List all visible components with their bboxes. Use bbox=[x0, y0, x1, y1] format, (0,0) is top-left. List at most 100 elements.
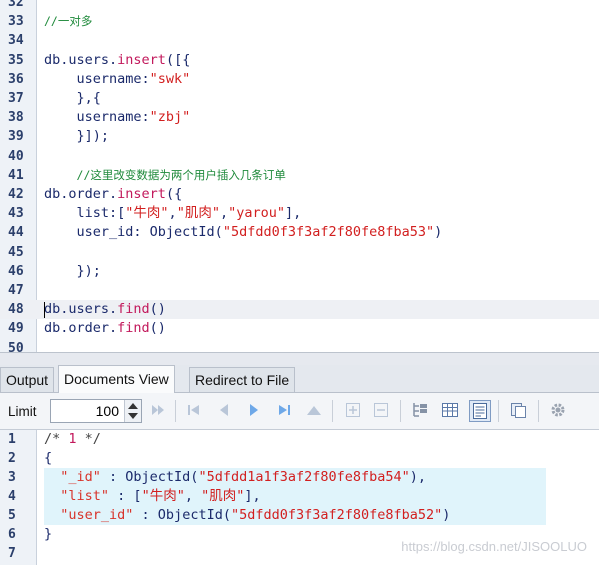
code-editor[interactable]: 32 33 //一对多 34 35 db.users.insert([{ 36 userna… bbox=[0, 0, 599, 352]
code-token: "牛肉" bbox=[141, 488, 185, 504]
code-token: "肌肉" bbox=[201, 488, 245, 504]
line-number: 33 bbox=[8, 14, 24, 30]
line-number: 2 bbox=[8, 451, 16, 466]
line-number: 3 bbox=[8, 470, 16, 485]
result-line[interactable]: 4 "list" : ["牛肉", "肌肉"], bbox=[0, 487, 599, 506]
result-tabs: Output Documents View Redirect to File bbox=[0, 365, 599, 393]
up-icon[interactable] bbox=[304, 400, 324, 420]
code-token: /* bbox=[44, 431, 69, 447]
code-token: insert bbox=[117, 51, 166, 68]
code-token: "list" bbox=[60, 488, 110, 504]
code-token: : ObjectId( bbox=[133, 507, 231, 523]
code-token: "zbj" bbox=[149, 109, 191, 126]
line-code: username:"zbj" bbox=[44, 108, 191, 127]
code-token: 1 bbox=[68, 431, 77, 447]
next-page-icon[interactable] bbox=[244, 400, 264, 420]
code-token: ), bbox=[409, 469, 427, 485]
collapse-icon[interactable] bbox=[371, 400, 391, 420]
code-token: }); bbox=[44, 262, 101, 279]
line-number: 50 bbox=[8, 340, 24, 352]
code-token: username: bbox=[44, 70, 150, 87]
line-number: 36 bbox=[8, 71, 24, 87]
code-token: , bbox=[184, 488, 202, 504]
copy-icon[interactable] bbox=[508, 400, 528, 420]
code-token: , bbox=[219, 205, 229, 222]
line-code: },{ bbox=[44, 89, 101, 108]
tab-output[interactable]: Output bbox=[0, 367, 55, 392]
code-token: "_id" bbox=[60, 469, 101, 485]
toolbar-separator bbox=[538, 400, 539, 422]
result-line[interactable]: 5 "user_id" : ObjectId("5dfdd0f3f3af2f80… bbox=[0, 506, 599, 525]
tab-redirect-to-file[interactable]: Redirect to File bbox=[189, 367, 296, 392]
line-number: 32 bbox=[8, 0, 24, 10]
line-number: 5 bbox=[8, 508, 16, 523]
line-number: 1 bbox=[8, 432, 16, 447]
line-code: db.users.insert([{ bbox=[44, 51, 190, 70]
code-token: db.users. bbox=[44, 301, 118, 318]
line-number: 39 bbox=[8, 129, 24, 145]
line-code: db.order.insert({ bbox=[44, 185, 182, 204]
fast-forward-icon[interactable] bbox=[148, 400, 168, 420]
line-number: 45 bbox=[8, 244, 24, 260]
tab-documents-view[interactable]: Documents View bbox=[58, 365, 175, 393]
result-line[interactable]: 3 "_id" : ObjectId("5dfdd1a1f3af2f80fe8f… bbox=[0, 468, 599, 487]
pane-splitter[interactable] bbox=[0, 352, 599, 366]
code-token: db.users. bbox=[44, 51, 118, 68]
line-number: 37 bbox=[8, 91, 24, 106]
editor-line[interactable]: 48 db.users.find() bbox=[0, 300, 599, 320]
line-code: user_id: ObjectId("5dfdd0f3f3af2f80fe8fb… bbox=[44, 223, 443, 242]
result-line[interactable]: 2{ bbox=[0, 449, 599, 468]
line-number: 6 bbox=[8, 527, 16, 542]
code-token: find bbox=[117, 320, 150, 337]
code-token: find bbox=[117, 301, 150, 318]
line-code: /* 1 */ bbox=[44, 430, 101, 449]
line-number: 47 bbox=[8, 283, 24, 298]
spin-down-icon[interactable] bbox=[128, 413, 138, 419]
code-token: insert bbox=[117, 186, 166, 202]
line-code: //一对多 bbox=[44, 12, 92, 31]
code-token: ) bbox=[442, 507, 451, 523]
spin-up-icon[interactable] bbox=[128, 403, 138, 409]
line-number: 44 bbox=[8, 225, 24, 241]
line-number: 49 bbox=[8, 321, 24, 337]
line-number: 40 bbox=[8, 148, 24, 164]
line-code: }); bbox=[44, 262, 101, 281]
limit-spinner[interactable] bbox=[124, 400, 141, 422]
line-number: 34 bbox=[8, 33, 24, 49]
line-code: db.users.find() bbox=[44, 300, 166, 319]
expand-icon[interactable] bbox=[343, 400, 363, 420]
code-token: () bbox=[149, 301, 166, 318]
code-token: "yarou" bbox=[228, 205, 285, 222]
result-line[interactable]: 1/* 1 */ bbox=[0, 430, 599, 449]
code-token: user_id: ObjectId( bbox=[44, 224, 223, 241]
limit-stepper[interactable] bbox=[50, 399, 142, 423]
previous-page-icon[interactable] bbox=[214, 400, 234, 420]
last-page-icon[interactable] bbox=[274, 400, 294, 420]
code-token: username: bbox=[44, 109, 150, 126]
code-token: }]); bbox=[44, 128, 110, 145]
code-token: : [ bbox=[109, 488, 142, 504]
line-number: 42 bbox=[8, 187, 24, 202]
limit-label: Limit bbox=[8, 404, 37, 419]
line-number: 41 bbox=[8, 167, 24, 183]
code-token: ({ bbox=[165, 186, 183, 202]
documents-view-pane[interactable]: 1/* 1 */2{3 "_id" : ObjectId("5dfdd1a1f3… bbox=[0, 430, 599, 565]
code-token: "5dfdd0f3f3af2f80fe8fba52" bbox=[230, 507, 443, 523]
table-view-icon[interactable] bbox=[440, 400, 460, 420]
toolbar-separator bbox=[498, 400, 499, 422]
code-token: { bbox=[44, 450, 53, 466]
limit-input[interactable] bbox=[55, 401, 119, 421]
code-token: ], bbox=[244, 488, 261, 504]
toolbar-separator bbox=[175, 400, 176, 422]
text-view-icon[interactable] bbox=[469, 400, 491, 422]
first-page-icon[interactable] bbox=[184, 400, 204, 420]
line-code: db.order.find() bbox=[44, 319, 166, 338]
settings-icon[interactable] bbox=[548, 400, 568, 420]
tree-view-icon[interactable] bbox=[410, 400, 430, 420]
code-token: "user_id" bbox=[60, 507, 134, 523]
code-token: list:[ bbox=[44, 205, 126, 222]
text-caret bbox=[44, 302, 45, 319]
line-number: 35 bbox=[8, 52, 24, 68]
